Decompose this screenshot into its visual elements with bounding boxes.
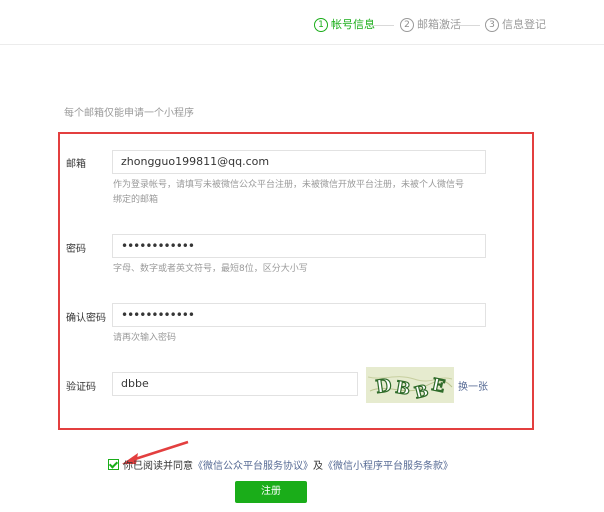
agreement-prefix: 你已阅读并同意 [123,461,193,472]
step-indicator: 1 帐号信息 2 邮箱激活 3 信息登记 [0,16,604,36]
svg-text:D: D [375,375,393,398]
email-field[interactable]: zhongguo199811@qq.com [112,150,486,174]
register-button[interactable]: 注册 [235,481,307,503]
step-label: 邮箱激活 [417,18,461,31]
header-divider [0,44,604,45]
miniprogram-terms-link[interactable]: 《微信小程序平台服务条款》 [323,457,453,472]
password-field[interactable]: •••••••••••• [112,234,486,258]
step-label: 帐号信息 [331,18,375,31]
step-connector [372,25,394,26]
refresh-captcha-link[interactable]: 换一张 [458,378,488,393]
confirm-password-tip: 请再次输入密码 [113,333,177,343]
step-label: 信息登记 [502,18,546,31]
captcha-image[interactable]: D B B E [366,367,454,403]
confirm-password-field[interactable]: •••••••••••• [112,303,486,327]
agreement-middle: 及 [313,461,323,472]
captcha-svg: D B B E [366,367,454,403]
email-tip-line: 作为登录帐号，请填写未被微信公众平台注册，未被微信开放平台注册，未被个人微信号 [113,180,465,190]
step-info-registration: 3 信息登记 [485,16,546,34]
password-tip: 字母、数字或者英文符号，最短8位，区分大小写 [113,264,308,274]
password-label: 密码 [66,244,86,255]
step-account-info: 1 帐号信息 [314,16,375,34]
email-tip-line: 绑定的邮箱 [113,195,159,205]
step-email-activation: 2 邮箱激活 [400,16,461,34]
captcha-label: 验证码 [66,382,96,393]
confirm-password-label: 确认密码 [66,313,106,324]
step-number: 3 [485,18,499,32]
email-tip: 作为登录帐号，请填写未被微信公众平台注册，未被微信开放平台注册，未被个人微信号 … [113,178,493,208]
email-label: 邮箱 [66,159,86,170]
agreement-row: 你已阅读并同意 《微信公众平台服务协议》 及 《微信小程序平台服务条款》 [108,457,453,472]
step-number: 2 [400,18,414,32]
step-number: 1 [314,18,328,32]
step-connector [458,25,480,26]
captcha-input[interactable]: dbbe [112,372,358,396]
form-hint: 每个邮箱仅能申请一个小程序 [64,108,194,119]
agree-checkbox[interactable] [108,459,119,470]
platform-agreement-link[interactable]: 《微信公众平台服务协议》 [193,457,313,472]
